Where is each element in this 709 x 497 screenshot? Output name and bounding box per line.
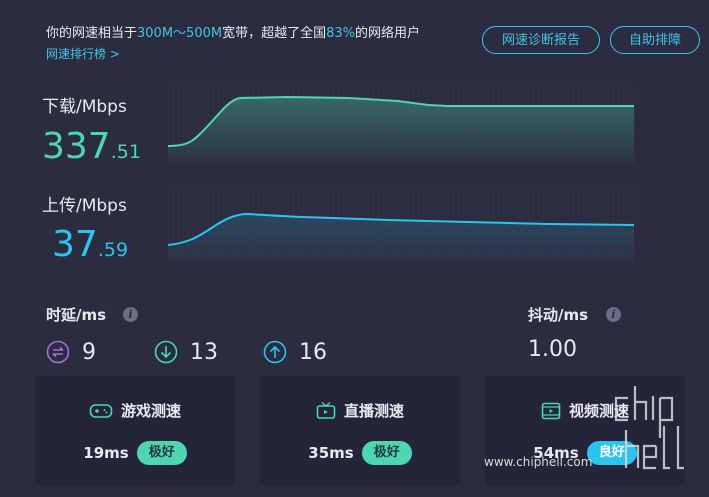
percentile: 83% [326,26,355,41]
upload-speed-chart [168,185,634,263]
download-speed: 337.51 [42,126,141,167]
jitter-value: 1.00 [528,337,577,362]
video-speed-card[interactable]: 视频测速 54ms 良好 [485,376,685,486]
gamepad-icon [89,403,113,418]
live-quality-badge: 极好 [361,441,412,465]
game-quality-badge: 极好 [136,441,187,465]
download-area [168,97,634,164]
latency-download: 13 [154,338,218,366]
game-speed-card[interactable]: 游戏测速 19ms 极好 [35,376,235,486]
bidirectional-arrows-icon [46,340,70,364]
latency-info-icon[interactable]: i [123,307,138,322]
latency-upload: 16 [263,338,327,366]
video-quality-badge: 良好 [586,441,637,465]
self-troubleshoot-button[interactable]: 自助排障 [610,26,700,54]
jitter-label: 抖动/ms [528,306,589,324]
latency-label: 时延/ms [46,306,107,324]
upload-speed: 37.59 [52,224,129,265]
upload-label: 上传/Mbps [42,196,127,216]
jitter-info-icon[interactable]: i [606,307,621,322]
download-label: 下载/Mbps [42,97,127,117]
up-arrow-circle-icon [263,340,287,364]
live-stream-speed-card[interactable]: 直播测速 35ms 极好 [260,376,460,486]
tv-icon [316,401,336,419]
latency-bidirectional: 9 [46,338,96,366]
down-arrow-circle-icon [154,340,178,364]
bandwidth-equivalent: 300M～500M [137,26,223,41]
diagnosis-report-button[interactable]: 网速诊断报告 [482,26,600,54]
download-speed-chart [168,86,634,164]
video-icon [541,402,561,419]
speed-ranking-link[interactable]: 网速排行榜 > [46,45,120,62]
speed-summary: 你的网速相当于300M～500M宽带，超越了全国83%的网络用户 [46,26,421,41]
